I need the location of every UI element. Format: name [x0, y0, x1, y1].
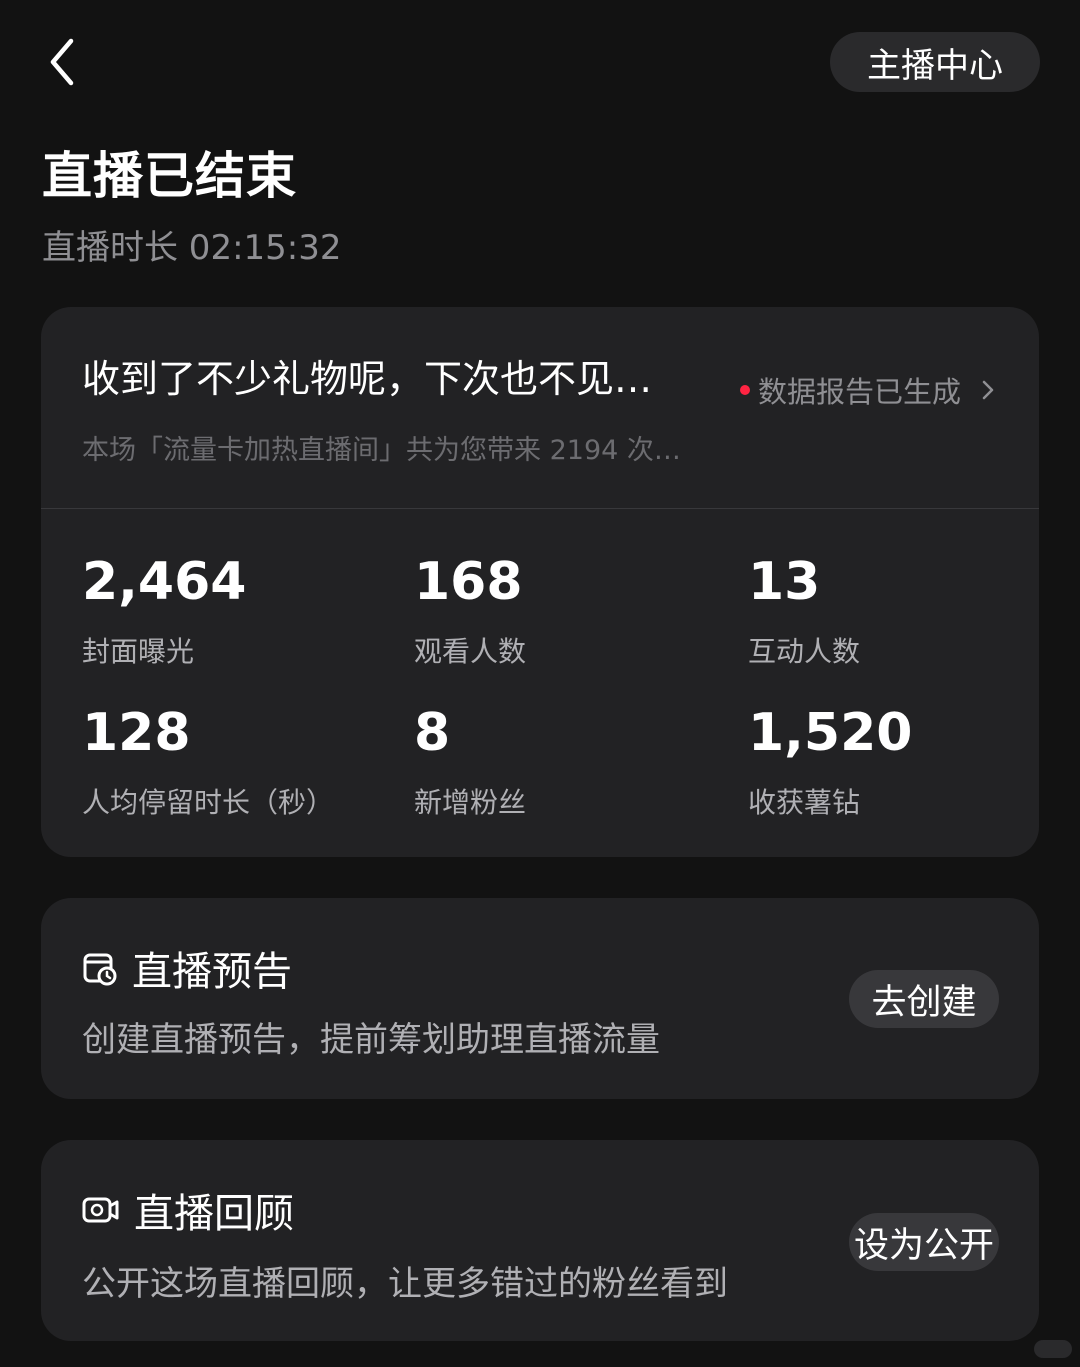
stat-label-avg-stay: 人均停留时长（秒） — [82, 786, 335, 819]
page-title: 直播已结束 — [42, 147, 297, 205]
stat-value-new-followers: 8 — [414, 703, 451, 763]
anchor-center-button[interactable]: 主播中心 — [830, 32, 1040, 92]
live-replay-description: 公开这场直播回顾，让更多错过的粉丝看到 — [82, 1264, 728, 1304]
back-button[interactable] — [36, 30, 88, 94]
stat-label-viewers: 观看人数 — [414, 635, 527, 668]
live-preview-title-row: 直播预告 — [82, 942, 292, 995]
stat-value-diamonds: 1,520 — [748, 703, 913, 763]
stat-label-interactions: 互动人数 — [748, 635, 861, 668]
data-report-link[interactable]: 数据报告已生成 — [740, 370, 1001, 410]
report-subtitle: 本场「流量卡加热直播间」共为您带来 2194 次… — [82, 435, 681, 466]
video-replay-icon — [82, 1197, 119, 1223]
live-preview-title: 直播预告 — [132, 949, 292, 995]
stat-label-cover-exposure: 封面曝光 — [82, 635, 195, 668]
report-headline[interactable]: 收到了不少礼物呢，下次也不见… — [82, 348, 722, 403]
data-report-label: 数据报告已生成 — [758, 375, 962, 409]
stat-value-viewers: 168 — [414, 552, 523, 612]
chevron-left-icon — [50, 38, 74, 86]
stat-value-interactions: 13 — [748, 552, 821, 612]
stat-value-cover-exposure: 2,464 — [82, 552, 247, 612]
stat-label-new-followers: 新增粉丝 — [414, 786, 527, 819]
live-replay-title: 直播回顾 — [134, 1191, 294, 1237]
create-preview-button[interactable]: 去创建 — [849, 970, 999, 1028]
stat-label-diamonds: 收获薯钻 — [748, 786, 861, 819]
set-public-button[interactable]: 设为公开 — [849, 1213, 999, 1271]
watermark — [1034, 1340, 1072, 1358]
divider — [41, 508, 1039, 509]
live-replay-title-row: 直播回顾 — [82, 1184, 294, 1237]
calendar-clock-icon — [83, 953, 117, 986]
live-duration: 直播时长 02:15:32 — [42, 228, 342, 268]
live-preview-description: 创建直播预告，提前筹划助理直播流量 — [82, 1020, 660, 1060]
chevron-right-icon — [982, 380, 994, 400]
unread-dot — [740, 385, 750, 395]
stat-value-avg-stay: 128 — [82, 703, 191, 763]
